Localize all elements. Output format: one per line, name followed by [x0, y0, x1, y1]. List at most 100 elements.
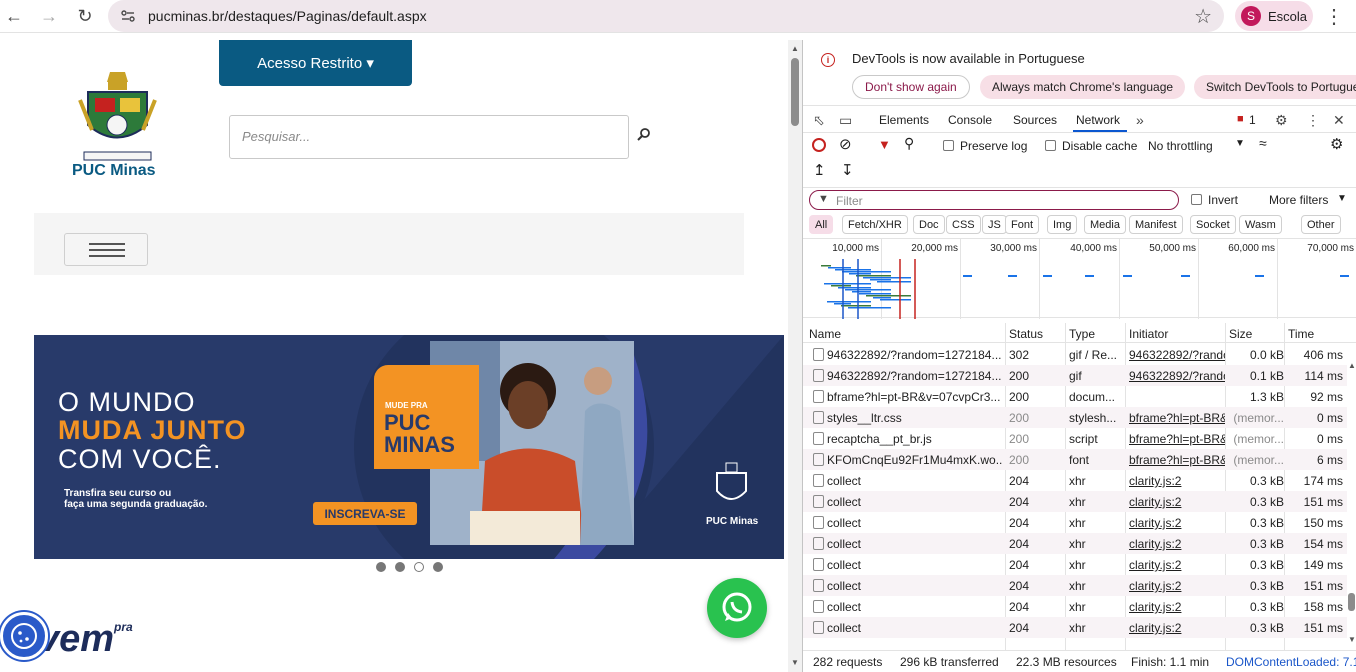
table-row[interactable]: collect 204 xhr clarity.js:2 0.3 kB 174 ms: [803, 470, 1347, 491]
filter-funnel-icon[interactable]: ▼: [878, 137, 891, 152]
table-scroll-down-icon[interactable]: ▼: [1348, 635, 1356, 644]
cell-initiator[interactable]: clarity.js:2: [1129, 579, 1225, 593]
reload-icon[interactable]: ↻: [73, 5, 97, 27]
network-conditions-icon[interactable]: ≈: [1259, 135, 1267, 151]
table-row[interactable]: collect 204 xhr clarity.js:2 0.3 kB 151 ms: [803, 491, 1347, 512]
table-scroll-up-icon[interactable]: ▲: [1348, 361, 1356, 370]
cell-initiator[interactable]: clarity.js:2: [1129, 621, 1225, 635]
settings-gear-icon[interactable]: ⚙: [1275, 112, 1288, 129]
page-scrollbar-thumb[interactable]: [791, 58, 799, 126]
clear-log-icon[interactable]: ⊘: [839, 135, 852, 153]
carousel-dot-1[interactable]: [376, 562, 386, 572]
column-header-initiator[interactable]: Initiator: [1129, 327, 1168, 341]
cell-initiator[interactable]: bframe?hl=pt-BR&: [1129, 432, 1225, 446]
type-filter-media[interactable]: Media: [1084, 215, 1126, 234]
tab-elements[interactable]: Elements: [879, 113, 929, 127]
cell-initiator[interactable]: clarity.js:2: [1129, 558, 1225, 572]
always-match-language-button[interactable]: Always match Chrome's language: [980, 75, 1186, 99]
dont-show-again-button[interactable]: Don't show again: [852, 75, 970, 99]
table-row[interactable]: styles__ltr.css 200 stylesh... bframe?hl=pt…: [803, 407, 1347, 428]
table-row[interactable]: collect 204 xhr clarity.js:2 0.3 kB 151 ms: [803, 617, 1347, 638]
type-filter-all[interactable]: All: [809, 215, 834, 234]
table-row[interactable]: collect 204 xhr clarity.js:2 0.3 kB 151 ms: [803, 575, 1347, 596]
tab-network[interactable]: Network: [1076, 113, 1120, 127]
switch-devtools-language-button[interactable]: Switch DevTools to Portuguese: [1194, 75, 1356, 99]
whatsapp-button[interactable]: [707, 578, 767, 638]
device-toolbar-icon[interactable]: ▭: [839, 112, 852, 129]
table-row[interactable]: collect 204 xhr clarity.js:2 0.3 kB 158 ms: [803, 596, 1347, 617]
table-row[interactable]: 946322892/?random=1272184... 302 gif / Re.…: [803, 344, 1347, 365]
table-row[interactable]: collect 204 xhr clarity.js:2 0.3 kB 150 ms: [803, 512, 1347, 533]
inspect-element-icon[interactable]: ⬁: [813, 112, 825, 129]
table-row[interactable]: bframe?hl=pt-BR&v=07cvpCr3... 200 docum...…: [803, 386, 1347, 407]
table-scrollbar-thumb[interactable]: [1348, 593, 1355, 611]
table-row[interactable]: collect 204 xhr clarity.js:2 0.3 kB 149 ms: [803, 554, 1347, 575]
type-filter-socket[interactable]: Socket: [1190, 215, 1236, 234]
type-filter-css[interactable]: CSS: [946, 215, 981, 234]
more-filters-button[interactable]: More filters: [1269, 193, 1328, 207]
scroll-down-icon[interactable]: ▼: [791, 658, 799, 667]
network-overview-timeline[interactable]: 10,000 ms 20,000 ms 30,000 ms 40,000 ms 50,0…: [803, 238, 1356, 319]
close-devtools-icon[interactable]: ✕: [1333, 112, 1345, 129]
column-header-name[interactable]: Name: [809, 327, 841, 341]
search-icon[interactable]: [636, 127, 652, 143]
export-har-icon[interactable]: ↧: [841, 161, 854, 179]
forward-icon[interactable]: →: [37, 5, 61, 27]
url-text[interactable]: pucminas.br/destaques/Paginas/default.as…: [148, 8, 427, 24]
type-filter-doc[interactable]: Doc: [913, 215, 945, 234]
table-row[interactable]: KFOmCnqEu92Fr1Mu4mxK.wo... 200 font bframe?…: [803, 449, 1347, 470]
type-filter-js[interactable]: JS: [982, 215, 1007, 234]
column-header-type[interactable]: Type: [1069, 327, 1095, 341]
type-filter-img[interactable]: Img: [1047, 215, 1078, 234]
tab-sources[interactable]: Sources: [1013, 113, 1057, 127]
cell-initiator[interactable]: 946322892/?rando: [1129, 369, 1225, 383]
tab-console[interactable]: Console: [948, 113, 992, 127]
cell-initiator[interactable]: clarity.js:2: [1129, 537, 1225, 551]
column-header-time[interactable]: Time: [1288, 327, 1314, 341]
back-icon[interactable]: ←: [2, 5, 26, 27]
page-scrollbar[interactable]: ▲ ▼: [788, 40, 802, 672]
request-table-scrollbar[interactable]: ▲ ▼: [1347, 323, 1356, 647]
column-header-status[interactable]: Status: [1009, 327, 1043, 341]
cell-initiator[interactable]: bframe?hl=pt-BR&: [1129, 453, 1225, 467]
hamburger-menu-button[interactable]: [64, 233, 148, 266]
carousel-dot-2[interactable]: [395, 562, 405, 572]
column-header-size[interactable]: Size: [1229, 327, 1252, 341]
more-tabs-icon[interactable]: »: [1136, 112, 1144, 128]
throttling-select[interactable]: No throttling: [1148, 139, 1213, 153]
cell-initiator[interactable]: bframe?hl=pt-BR&: [1129, 411, 1225, 425]
acesso-restrito-button[interactable]: Acesso Restrito ▾: [219, 40, 412, 86]
cell-initiator[interactable]: clarity.js:2: [1129, 516, 1225, 530]
carousel-dot-3[interactable]: [414, 562, 424, 572]
scroll-up-icon[interactable]: ▲: [791, 44, 799, 53]
profile-button[interactable]: S Escola: [1235, 1, 1313, 31]
type-filter-manifest[interactable]: Manifest: [1129, 215, 1183, 234]
error-count[interactable]: 1: [1249, 113, 1256, 127]
cell-initiator[interactable]: clarity.js:2: [1129, 600, 1225, 614]
inscreva-se-button[interactable]: INSCREVA-SE: [313, 502, 417, 525]
devtools-menu-icon[interactable]: ⋮: [1306, 112, 1320, 129]
type-filter-wasm[interactable]: Wasm: [1239, 215, 1282, 234]
table-row[interactable]: recaptcha__pt_br.js 200 script bframe?hl=pt…: [803, 428, 1347, 449]
invert-checkbox[interactable]: [1191, 194, 1202, 205]
type-filter-font[interactable]: Font: [1005, 215, 1040, 234]
address-bar[interactable]: pucminas.br/destaques/Paginas/default.as…: [108, 0, 1224, 32]
bookmark-star-icon[interactable]: ☆: [1194, 4, 1212, 29]
throttling-chevron-icon[interactable]: ▼: [1235, 138, 1245, 149]
import-har-icon[interactable]: ↥: [813, 161, 826, 179]
type-filter-other[interactable]: Other: [1301, 215, 1341, 234]
search-input[interactable]: Pesquisar...: [229, 115, 629, 159]
disable-cache-checkbox[interactable]: [1045, 140, 1056, 151]
browser-menu-icon[interactable]: ⋮: [1324, 4, 1344, 29]
record-stop-icon[interactable]: [812, 138, 826, 152]
hero-banner[interactable]: O MUNDO MUDA JUNTO COM VOCÊ. Transfira s…: [34, 335, 784, 559]
search-network-icon[interactable]: ⚲: [904, 135, 914, 152]
type-filter-fetchxhr[interactable]: Fetch/XHR: [842, 215, 908, 234]
cookie-settings-button[interactable]: [0, 612, 48, 660]
site-settings-icon[interactable]: [120, 8, 136, 24]
error-count-icon[interactable]: ■: [1237, 113, 1244, 125]
preserve-log-checkbox[interactable]: [943, 140, 954, 151]
cell-initiator[interactable]: clarity.js:2: [1129, 495, 1225, 509]
cell-initiator[interactable]: 946322892/?rando: [1129, 348, 1225, 362]
cell-initiator[interactable]: clarity.js:2: [1129, 474, 1225, 488]
